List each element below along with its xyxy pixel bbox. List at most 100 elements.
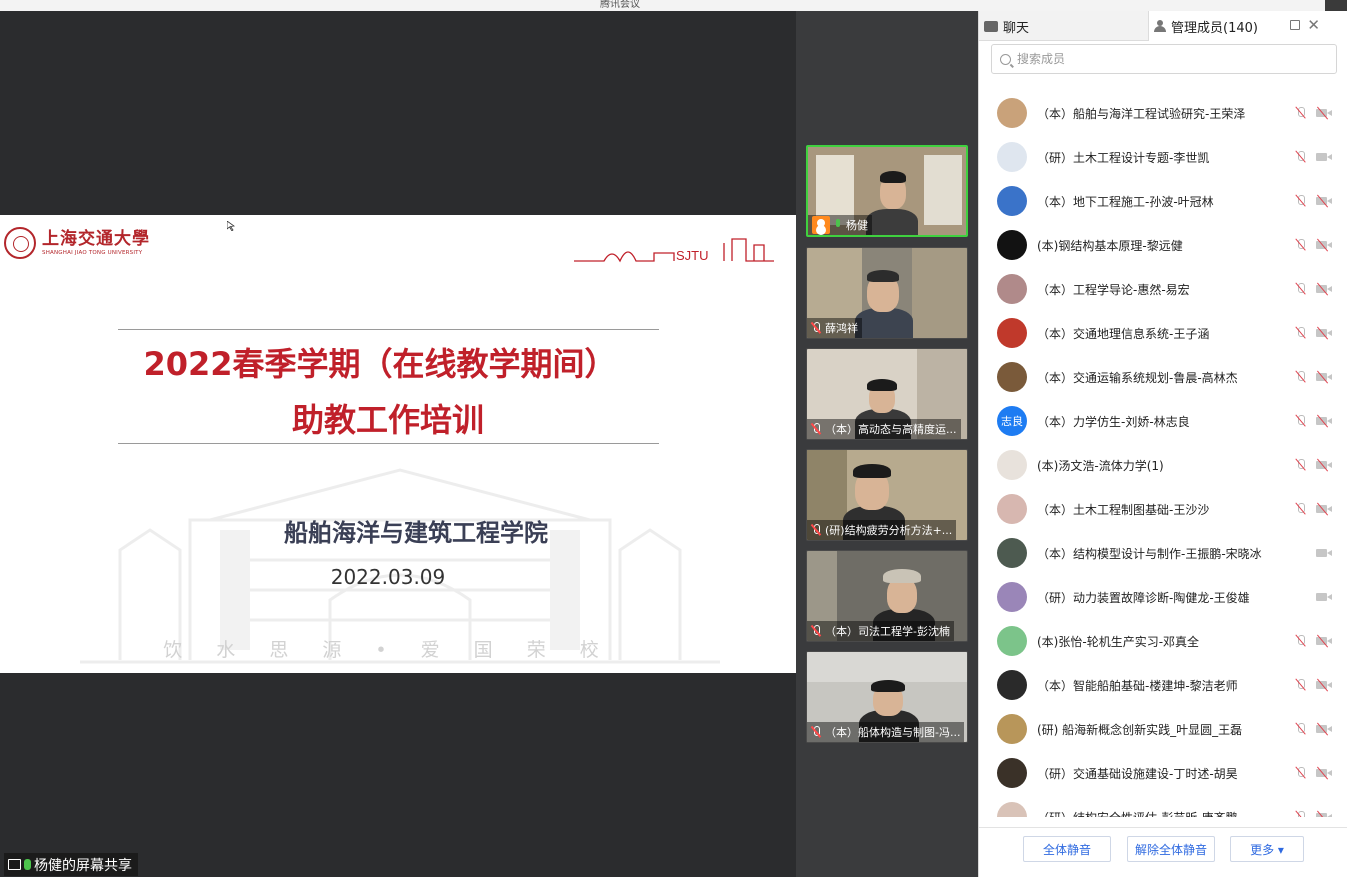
slide-date: 2022.03.09 <box>330 565 446 589</box>
mic-muted-icon[interactable] <box>1295 810 1307 817</box>
camera-off-icon[interactable] <box>1316 282 1332 296</box>
camera-icon[interactable] <box>1316 151 1332 163</box>
member-list: （本）船舶与海洋工程试验研究-王荣泽 （研）土木工程设计专题-李世凯 （本）地下工程… <box>979 91 1347 817</box>
member-row[interactable]: （本）结构模型设计与制作-王振鹏-宋晓冰 <box>979 531 1347 575</box>
panel-tabs: 聊天 管理成员(140) ✕ <box>979 11 1326 41</box>
unmute-all-button[interactable]: 解除全体静音 <box>1127 836 1215 862</box>
member-row[interactable]: (研) 船海新概念创新实践_叶显圆_王磊 <box>979 707 1347 751</box>
mic-muted-icon[interactable] <box>1295 370 1307 384</box>
camera-off-icon[interactable] <box>1316 414 1332 428</box>
member-name: （本）力学仿生-刘娇-林志良 <box>1037 414 1190 429</box>
close-icon[interactable]: ✕ <box>1307 16 1320 34</box>
member-row[interactable]: （本）船舶与海洋工程试验研究-王荣泽 <box>979 91 1347 135</box>
camera-off-icon[interactable] <box>1316 722 1332 736</box>
avatar <box>997 230 1027 260</box>
member-name: （本）工程学导论-惠然-易宏 <box>1037 282 1190 297</box>
member-row[interactable]: （研）动力装置故障诊断-陶健龙-王俊雄 <box>979 575 1347 619</box>
member-row[interactable]: （本）工程学导论-惠然-易宏 <box>979 267 1347 311</box>
mic-muted-icon[interactable] <box>1295 414 1307 428</box>
video-tile[interactable]: 薛鸿祥 <box>806 247 968 339</box>
title-bottom-rule <box>118 443 659 444</box>
member-row[interactable]: （研）交通基础设施建设-丁时述-胡昊 <box>979 751 1347 795</box>
mic-muted-icon[interactable] <box>1295 458 1307 472</box>
mic-muted-icon[interactable] <box>1295 634 1307 648</box>
more-button[interactable]: 更多 ▾ <box>1230 836 1304 862</box>
mic-muted-icon[interactable] <box>1295 194 1307 208</box>
camera-off-icon[interactable] <box>1316 634 1332 648</box>
member-row[interactable]: (本)钢结构基本原理-黎远健 <box>979 223 1347 267</box>
camera-icon[interactable] <box>1316 591 1332 603</box>
member-search[interactable] <box>991 44 1337 74</box>
member-row[interactable]: （本）土木工程制图基础-王沙沙 <box>979 487 1347 531</box>
avatar <box>997 186 1027 216</box>
member-row[interactable]: （研）结构安全性评估-彭芸昕-唐齐鹏 <box>979 795 1347 817</box>
video-tile[interactable]: （本）高动态与高精度运... <box>806 348 968 440</box>
mic-muted-icon[interactable] <box>1295 326 1307 340</box>
mic-on-icon <box>834 219 842 231</box>
member-name: (本)钢结构基本原理-黎远健 <box>1037 238 1183 253</box>
presentation-slide: 上海交通大學 SHANGHAI JIAO TONG UNIVERSITY SJT… <box>0 215 796 673</box>
logo-chinese-name: 上海交通大學 <box>42 229 150 249</box>
member-name: (本)汤文浩-流体力学(1) <box>1037 458 1164 473</box>
slide-title-line1: 2022春季学期（在线教学期间） <box>143 345 617 383</box>
participant-name: （本）司法工程学-彭沈楠 <box>825 625 950 638</box>
mic-muted-icon[interactable] <box>1295 502 1307 516</box>
mic-muted-icon[interactable] <box>1295 150 1307 164</box>
sjtu-gate-mark: SJTU <box>574 238 774 263</box>
tab-chat[interactable]: 聊天 <box>979 11 1149 41</box>
member-name: （研）结构安全性评估-彭芸昕-唐齐鹏 <box>1037 809 1238 818</box>
camera-off-icon[interactable] <box>1316 326 1332 340</box>
mic-muted-icon[interactable] <box>1295 282 1307 296</box>
search-input[interactable] <box>1017 52 1317 66</box>
avatar <box>997 362 1027 392</box>
avatar <box>997 582 1027 612</box>
share-label-text: 杨健的屏幕共享 <box>34 857 132 874</box>
member-row[interactable]: (本)汤文浩-流体力学(1) <box>979 443 1347 487</box>
mic-muted-icon[interactable] <box>1295 722 1307 736</box>
avatar <box>997 142 1027 172</box>
camera-icon[interactable] <box>1316 547 1332 559</box>
member-row[interactable]: （研）土木工程设计专题-李世凯 <box>979 135 1347 179</box>
camera-off-icon[interactable] <box>1316 458 1332 472</box>
avatar <box>997 274 1027 304</box>
participant-name: (研)结构疲劳分析方法+... <box>825 524 953 537</box>
camera-off-icon[interactable] <box>1316 106 1332 120</box>
tab-members-label: 管理成员(140) <box>1171 20 1258 36</box>
member-name: （本）地下工程施工-孙波-叶冠林 <box>1037 194 1214 209</box>
mic-muted-icon[interactable] <box>1295 678 1307 692</box>
members-panel: 聊天 管理成员(140) ✕ （本）船舶与海洋工程试验研究-王荣泽 （研）土木工程… <box>978 11 1347 877</box>
mic-muted-icon <box>811 726 821 738</box>
mute-all-button[interactable]: 全体静音 <box>1023 836 1111 862</box>
slide-title-line2: 助教工作培训 <box>291 401 484 439</box>
camera-off-icon[interactable] <box>1316 370 1332 384</box>
video-tile[interactable]: （本）司法工程学-彭沈楠 <box>806 550 968 642</box>
member-row[interactable]: （本）地下工程施工-孙波-叶冠林 <box>979 179 1347 223</box>
member-row[interactable]: （本）交通运输系统规划-鲁晨-高林杰 <box>979 355 1347 399</box>
popout-icon[interactable] <box>1290 20 1300 30</box>
camera-off-icon[interactable] <box>1316 238 1332 252</box>
member-row[interactable]: （本）交通地理信息系统-王子涵 <box>979 311 1347 355</box>
camera-off-icon[interactable] <box>1316 502 1332 516</box>
avatar <box>997 626 1027 656</box>
mic-muted-icon[interactable] <box>1295 106 1307 120</box>
camera-off-icon[interactable] <box>1316 766 1332 780</box>
member-row[interactable]: (本)张怡-轮机生产实习-邓真全 <box>979 619 1347 663</box>
mic-muted-icon <box>811 625 821 637</box>
mic-muted-icon[interactable] <box>1295 766 1307 780</box>
video-tile[interactable]: 杨健 <box>806 145 968 237</box>
camera-off-icon[interactable] <box>1316 810 1332 817</box>
member-row[interactable]: 志良 （本）力学仿生-刘娇-林志良 <box>979 399 1347 443</box>
member-name: （本）船舶与海洋工程试验研究-王荣泽 <box>1037 106 1246 121</box>
tab-members[interactable]: 管理成员(140) ✕ <box>1149 11 1326 41</box>
panel-footer: 全体静音 解除全体静音 更多 ▾ <box>979 827 1347 877</box>
participant-name: 杨健 <box>846 219 868 232</box>
avatar <box>997 758 1027 788</box>
mic-muted-icon[interactable] <box>1295 238 1307 252</box>
video-tile[interactable]: (研)结构疲劳分析方法+... <box>806 449 968 541</box>
member-row[interactable]: （本）智能船舶基础-楼建坤-黎洁老师 <box>979 663 1347 707</box>
video-tile[interactable]: （本）船体构造与制图-冯... <box>806 651 968 743</box>
search-icon <box>1000 53 1011 65</box>
camera-off-icon[interactable] <box>1316 194 1332 208</box>
camera-off-icon[interactable] <box>1316 678 1332 692</box>
slide-motto: 饮 水 思 源 • 爱 国 荣 校 <box>163 639 613 661</box>
